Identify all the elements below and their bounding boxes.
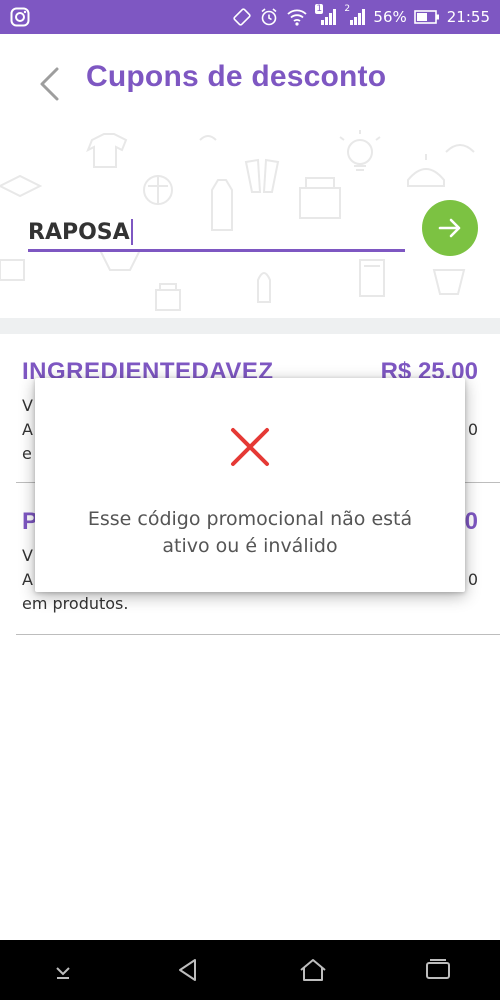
coupon-desc-line: em produtos.	[22, 594, 129, 613]
instagram-icon	[10, 7, 30, 27]
chevron-down-icon	[55, 967, 70, 979]
signal-icon: 1	[315, 4, 337, 27]
back-triangle-icon	[178, 959, 196, 981]
wifi-icon	[286, 7, 308, 27]
screen-rotate-icon	[232, 7, 252, 27]
sim1-label: 1	[315, 4, 324, 14]
app-header: Cupons de desconto	[0, 34, 500, 130]
home-icon	[299, 959, 326, 981]
coupon-desc-line: A	[22, 570, 33, 589]
apply-coupon-button[interactable]	[422, 200, 478, 256]
coupon-divider	[16, 634, 500, 635]
chevron-left-icon	[40, 67, 59, 101]
dialog-message-line: Esse código promocional não está	[87, 508, 413, 530]
battery-percent: 56%	[373, 8, 407, 26]
coupon-desc-line: A	[22, 420, 33, 439]
nav-back-button[interactable]	[158, 940, 218, 1000]
dialog-message-line: ativo ou é inválido	[162, 535, 338, 557]
nav-hide-button[interactable]	[33, 940, 93, 1000]
text-caret	[130, 219, 133, 245]
page-title: Cupons de desconto	[86, 60, 387, 93]
nav-home-button[interactable]	[283, 940, 343, 1000]
clock: 21:55	[446, 8, 490, 26]
error-x-icon	[231, 428, 269, 466]
coupon-value: 0	[464, 508, 478, 535]
signal-icon: 2	[344, 4, 366, 27]
status-bar: 1 2 56% 21:55	[0, 0, 500, 34]
battery-icon	[413, 9, 440, 25]
error-dialog[interactable]: Esse código promocional não está ativo o…	[35, 378, 465, 592]
recents-icon	[425, 959, 450, 979]
back-button[interactable]	[32, 64, 66, 104]
system-navigation-bar	[0, 940, 500, 1000]
sim2-label: 2	[344, 4, 351, 14]
coupon-input-area: RAPOSA	[0, 130, 500, 318]
coupon-code-input[interactable]: RAPOSA	[28, 210, 405, 252]
dialog-message: Esse código promocional não está ativo o…	[55, 506, 445, 560]
coupon-desc-fragment: 0	[467, 420, 478, 439]
nav-recents-button[interactable]	[408, 940, 468, 1000]
section-separator	[0, 318, 500, 334]
arrow-right-icon	[438, 218, 461, 238]
alarm-icon	[259, 7, 279, 27]
coupon-code-value: RAPOSA	[28, 220, 130, 245]
coupon-desc-fragment: 0	[467, 570, 478, 589]
